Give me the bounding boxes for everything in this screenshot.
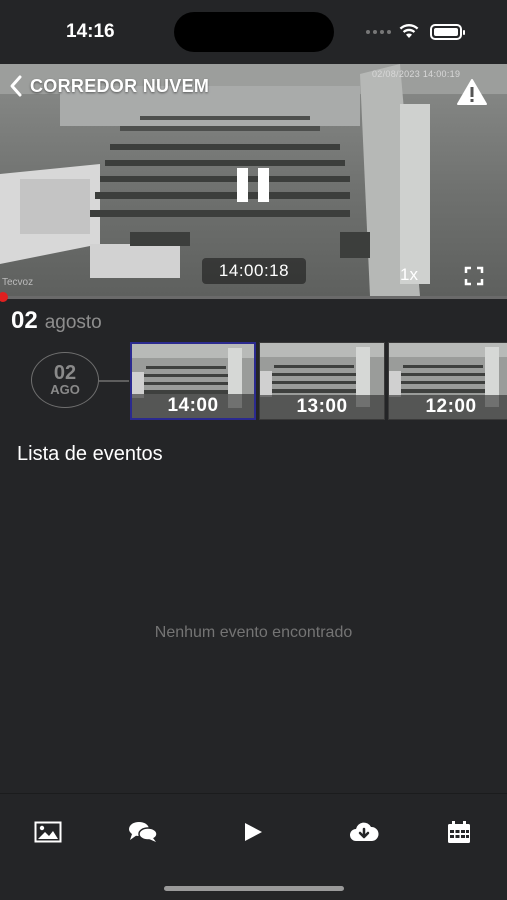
thumbnail-time: 14:00 [132, 394, 254, 418]
date-month: agosto [44, 312, 102, 333]
thumbnail-time: 12:00 [389, 395, 507, 419]
camera-timestamp-overlay: 02/08/2023 14:00:19 [372, 69, 461, 79]
timeline-connector [99, 380, 129, 382]
playback-time: 14:00:18 [202, 258, 306, 284]
recording-thumbnail[interactable]: 14:00 [130, 342, 256, 420]
events-list-title: Lista de eventos [17, 443, 163, 465]
playback-progress-bar[interactable] [0, 292, 507, 302]
pause-button[interactable] [236, 168, 272, 204]
timeline-date-month: AGO [50, 382, 80, 397]
status-bar: 14:16 [0, 0, 507, 64]
camera-title: CORREDOR NUVEM [30, 75, 210, 96]
recording-thumbnail[interactable]: 13:00 [259, 342, 385, 420]
selected-date: 02 agosto [11, 307, 102, 335]
cellular-signal-icon [366, 30, 391, 34]
battery-icon [430, 24, 465, 40]
bottom-toolbar [0, 793, 507, 900]
image-icon [34, 821, 62, 843]
alert-button[interactable] [456, 78, 488, 111]
timeline-date-day: 02 [53, 362, 77, 384]
progress-knob[interactable] [0, 292, 8, 302]
fullscreen-button[interactable] [464, 266, 484, 291]
tab-calendar[interactable] [439, 814, 479, 850]
back-button[interactable]: CORREDOR NUVEM [8, 74, 209, 98]
pause-icon [237, 168, 248, 202]
video-player[interactable]: CORREDOR NUVEM 02/08/2023 14:00:19 14:00… [0, 64, 507, 296]
warning-icon [457, 79, 487, 105]
tab-messages[interactable] [123, 814, 163, 850]
camera-watermark: Tecvoz [2, 277, 34, 288]
chat-icon [129, 822, 158, 842]
tab-snapshots[interactable] [28, 814, 68, 850]
calendar-icon [448, 821, 470, 843]
dynamic-island [174, 12, 334, 52]
cloud-download-icon [350, 822, 379, 841]
events-empty-message: Nenhum evento encontrado [154, 624, 353, 641]
thumbnail-time: 13:00 [260, 395, 384, 419]
date-day: 02 [11, 307, 38, 334]
recording-timeline[interactable]: 02 AGO 14:00 13:00 12:00 [0, 340, 507, 422]
status-time: 14:16 [66, 21, 115, 42]
wifi-icon [399, 23, 419, 38]
fullscreen-icon [464, 266, 484, 286]
home-indicator [164, 886, 344, 891]
chevron-left-icon [10, 75, 22, 97]
tab-live[interactable] [233, 814, 273, 850]
timeline-date-marker: 02 AGO [31, 352, 99, 408]
recording-thumbnail[interactable]: 12:00 [388, 342, 507, 420]
play-icon [245, 823, 262, 841]
tab-download[interactable] [344, 814, 384, 850]
playback-speed-button[interactable]: 1x [400, 265, 418, 285]
